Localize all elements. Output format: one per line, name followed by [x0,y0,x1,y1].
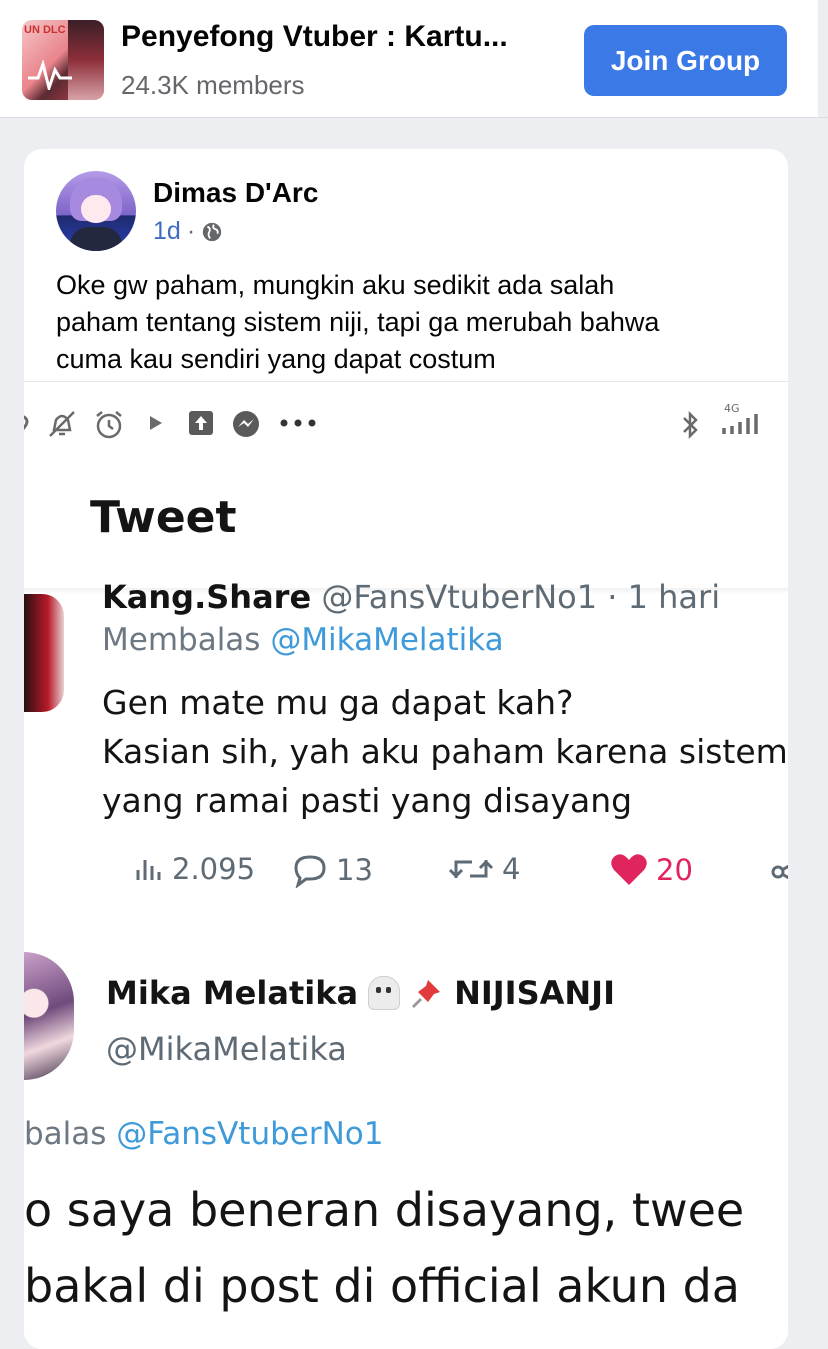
globe-icon [202,222,222,241]
views-icon [136,860,161,880]
upload-icon [189,411,213,435]
messenger-icon [233,411,259,437]
heartbeat-icon [28,60,72,90]
reply-mention: @FansVtuberNo1 [116,1116,384,1152]
likes-stat: 20 [608,852,693,888]
post-meta: 1d · [153,217,223,246]
group-title[interactable]: Penyefong Vtuber : Kartu... [121,20,508,54]
tweet-body-line: yang ramai pasti yang disayang [102,781,633,820]
post-image[interactable]: 4G Tweet Kang.Share @FansVtuberNo1 · 1 h… [24,381,788,1349]
tweet-body-line: o saya beneran disayang, twee [24,1183,745,1237]
group-member-count: 24.3K members [121,70,305,100]
signal-icon [722,414,758,434]
replies-count: 13 [336,853,373,887]
retweets-count: 4 [502,852,521,886]
views-stat: 2.095 [132,852,255,886]
reply-icon [294,855,326,888]
group-thumbnail[interactable]: UN DLC [22,20,104,100]
share-icon [771,864,788,880]
partial-icon [24,415,29,431]
reply-mention: @MikaMelatika [270,622,504,658]
tweet-user-handle: @FansVtuberNo1 · 1 hari [321,578,721,616]
phone-status-bar: 4G [24,402,788,442]
tweet-body-line: Gen mate mu ga dapat kah? [102,683,574,722]
tweet-avatar [24,594,64,712]
post-card: Dimas D'Arc 1d · Oke gw paham, mungkin a… [24,149,788,1349]
avatar-face [81,195,111,223]
retweet-icon [448,859,494,879]
author-avatar[interactable] [56,171,136,251]
meta-separator: · [186,217,196,245]
tweet-page-title: Tweet [90,492,237,543]
more-icon [280,419,316,427]
group-thumbnail-text: UN DLC [24,24,66,36]
likes-count: 20 [656,853,693,887]
tweet-user-name: Mika Melatika [106,974,359,1012]
alarm-icon [96,411,122,439]
tweet-reply-to: balas @FansVtuberNo1 [24,1116,383,1152]
pushpin-icon [412,980,441,1009]
ghost-icon [368,976,401,1010]
heart-icon [611,854,647,885]
bluetooth-icon [683,410,698,440]
reply-prefix: balas [24,1116,107,1152]
tweet-body-line: bakal di post di official akun da [24,1259,740,1313]
reply-prefix: Membalas [102,622,261,658]
group-thumbnail-art [68,20,104,100]
replies-stat: 13 [290,852,373,888]
tweet-body: Gen mate mu ga dapat kah? Kasian sih, ya… [102,678,788,825]
retweets-stat: 4 [446,852,520,886]
tweet-user-line: Kang.Share @FansVtuberNo1 · 1 hari [102,578,720,616]
tweet-reply-to: Membalas @MikaMelatika [102,622,504,658]
views-count: 2.095 [172,852,256,886]
post-text-line: cuma kau sendiri yang dapat costum [56,344,496,374]
muted-bell-icon [49,411,75,437]
tweet-actions: 2.095 13 4 20 [102,852,788,896]
tweet-body-line: Kasian sih, yah aku paham karena sistem [102,732,788,771]
join-group-button[interactable]: Join Group [584,25,787,96]
scrollbar[interactable] [818,0,828,117]
post-text-line: paham tentang sistem niji, tapi ga merub… [56,307,660,337]
post-text: Oke gw paham, mungkin aku sedikit ada sa… [56,267,756,378]
play-icon [150,416,162,430]
tweet-body: o saya beneran disayang, twee bakal di p… [24,1172,744,1324]
tweet-user-line: Mika Melatika NIJISANJI [106,974,615,1012]
post-text-line: Oke gw paham, mungkin aku sedikit ada sa… [56,270,615,300]
group-header: UN DLC Penyefong Vtuber : Kartu... 24.3K… [0,0,828,118]
post-time[interactable]: 1d [153,217,181,246]
tweet-user-handle: @MikaMelatika [106,1030,347,1068]
share-stat [768,852,788,892]
author-name[interactable]: Dimas D'Arc [153,177,318,209]
tweet-user-name: Kang.Share [102,578,312,616]
tweet-avatar [24,952,74,1080]
avatar-body [70,227,122,251]
tweet-user-org: NIJISANJI [454,974,615,1012]
